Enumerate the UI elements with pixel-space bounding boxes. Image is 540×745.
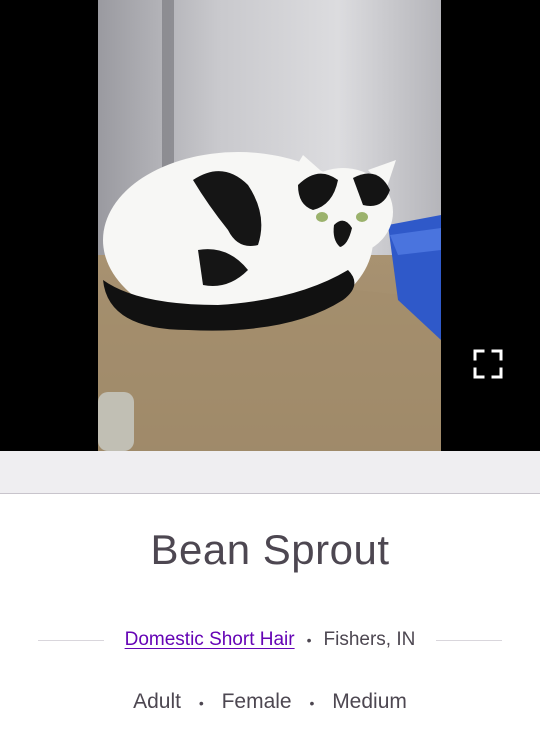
pet-attributes: Adult • Female • Medium (0, 690, 540, 714)
age-text: Adult (133, 690, 181, 713)
photo-carousel (0, 0, 540, 451)
separator-dot: • (306, 632, 312, 648)
cat-photo-image (98, 0, 441, 451)
carousel-footer-band (0, 451, 540, 494)
sex-text: Female (221, 690, 292, 713)
divider-left (37, 639, 104, 641)
divider-right (436, 639, 503, 641)
size-text: Medium (332, 690, 407, 713)
separator-dot: • (198, 695, 204, 711)
location-text: Fishers, IN (323, 629, 416, 650)
breed-link[interactable]: Domestic Short Hair (125, 629, 295, 651)
pet-name-heading: Bean Sprout (150, 526, 390, 573)
separator-dot: • (309, 695, 315, 711)
breed-location-row: Domestic Short Hair • Fishers, IN (0, 628, 540, 652)
expand-photo-button[interactable] (470, 347, 506, 381)
expand-fullscreen-icon (473, 349, 503, 379)
pet-photo[interactable] (98, 0, 441, 451)
